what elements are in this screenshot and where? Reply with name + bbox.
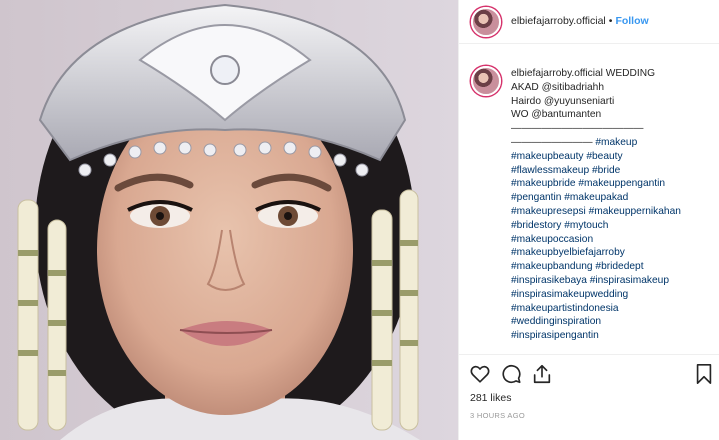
post-timestamp[interactable]: 3 HOURS AGO	[470, 411, 525, 420]
caption-line: #bridestory #mytouch	[511, 219, 713, 233]
caption-line: —————————————	[511, 122, 713, 136]
hashtag-link[interactable]: #inspirasimakeupwedding	[511, 289, 628, 300]
hashtag-link[interactable]: #makeupbandung #bridedept	[511, 261, 644, 272]
bride-portrait-image	[0, 0, 458, 440]
caption-line: #makeupbandung #bridedept	[511, 260, 713, 274]
comment-icon[interactable]	[500, 363, 522, 385]
header-line: elbiefajarroby.official • Follow	[511, 15, 649, 27]
caption-line: AKAD @sitibadriahh	[511, 81, 713, 95]
caption-line: #makeupoccasion	[511, 233, 713, 247]
caption-line: Hairdo @yuyunseniarti	[511, 95, 713, 109]
caption-line: #inspirasipengantin	[511, 329, 713, 343]
caption-line: #makeupbride #makeuppengantin	[511, 177, 713, 191]
hashtag-link[interactable]: #inspirasipengantin	[511, 330, 599, 341]
caption-line: #makeupbeauty #beauty	[511, 150, 713, 164]
caption-line: #flawlessmakeup #bride	[511, 164, 713, 178]
caption-line: #inspirasikebaya #inspirasimakeup	[511, 274, 713, 288]
caption-text-segment: WEDDING	[602, 68, 656, 79]
caption-author-avatar[interactable]	[471, 66, 501, 96]
caption-line: #inspirasimakeupwedding	[511, 288, 713, 302]
bookmark-icon[interactable]	[694, 363, 714, 385]
post-header: elbiefajarroby.official • Follow	[459, 0, 719, 44]
hashtag-link[interactable]: #makeupbyelbiefajarroby	[511, 247, 625, 258]
author-username[interactable]: elbiefajarroby.official	[511, 15, 606, 27]
hashtag-link[interactable]: #bridestory #mytouch	[511, 220, 608, 231]
caption-text: elbiefajarroby.official WEDDING AKAD @sit…	[511, 67, 713, 343]
caption-line: elbiefajarroby.official WEDDING	[511, 67, 713, 81]
caption-text-segment: AKAD @sitibadriahh	[511, 81, 605, 93]
hashtag-link[interactable]: #flawlessmakeup #bride	[511, 165, 620, 176]
caption-line: #makeupartistindonesia	[511, 302, 713, 316]
hashtag-link[interactable]: #makeupbeauty #beauty	[511, 151, 623, 162]
author-avatar[interactable]	[471, 7, 501, 37]
hashtag-link[interactable]: #inspirasikebaya #inspirasimakeup	[511, 275, 669, 286]
hashtag-link[interactable]: #makeupbride #makeuppengantin	[511, 178, 665, 189]
caption-line: #weddinginspiration	[511, 315, 713, 329]
caption-line: #pengantin #makeupakad	[511, 191, 713, 205]
caption-username[interactable]: elbiefajarroby.official	[511, 68, 603, 79]
hashtag-link[interactable]: #makeup	[593, 137, 637, 148]
hashtag-link[interactable]: #makeupresepsi #makeuppernikahan	[511, 206, 681, 217]
action-bar: 281 likes 3 HOURS AGO	[459, 354, 719, 440]
heart-icon[interactable]	[469, 363, 491, 385]
caption-text-segment: ————————	[511, 136, 593, 148]
hashtag-link[interactable]: #weddinginspiration	[511, 316, 601, 327]
share-icon[interactable]	[531, 363, 553, 385]
likes-count[interactable]: 281 likes	[470, 392, 511, 404]
post-photo[interactable]	[0, 0, 458, 440]
caption-line: ———————— #makeup	[511, 136, 713, 150]
separator-dot: •	[608, 15, 613, 27]
caption-line: #makeupbyelbiefajarroby	[511, 246, 713, 260]
hashtag-link[interactable]: #pengantin #makeupakad	[511, 192, 628, 203]
caption-text-segment: Hairdo @yuyunseniarti	[511, 95, 615, 107]
hashtag-link[interactable]: #makeupartistindonesia	[511, 303, 619, 314]
caption-text-segment: —————————————	[511, 123, 644, 135]
follow-button[interactable]: Follow	[615, 15, 648, 27]
caption-text-segment: WO @bantumanten	[511, 109, 602, 121]
hashtag-link[interactable]: #makeupoccasion	[511, 234, 593, 245]
post-side-panel: elbiefajarroby.official • Follow elbiefaja…	[458, 0, 719, 440]
caption-line: #makeupresepsi #makeuppernikahan	[511, 205, 713, 219]
caption-section: elbiefajarroby.official WEDDING AKAD @sit…	[459, 52, 719, 352]
caption-line: WO @bantumanten	[511, 108, 713, 122]
